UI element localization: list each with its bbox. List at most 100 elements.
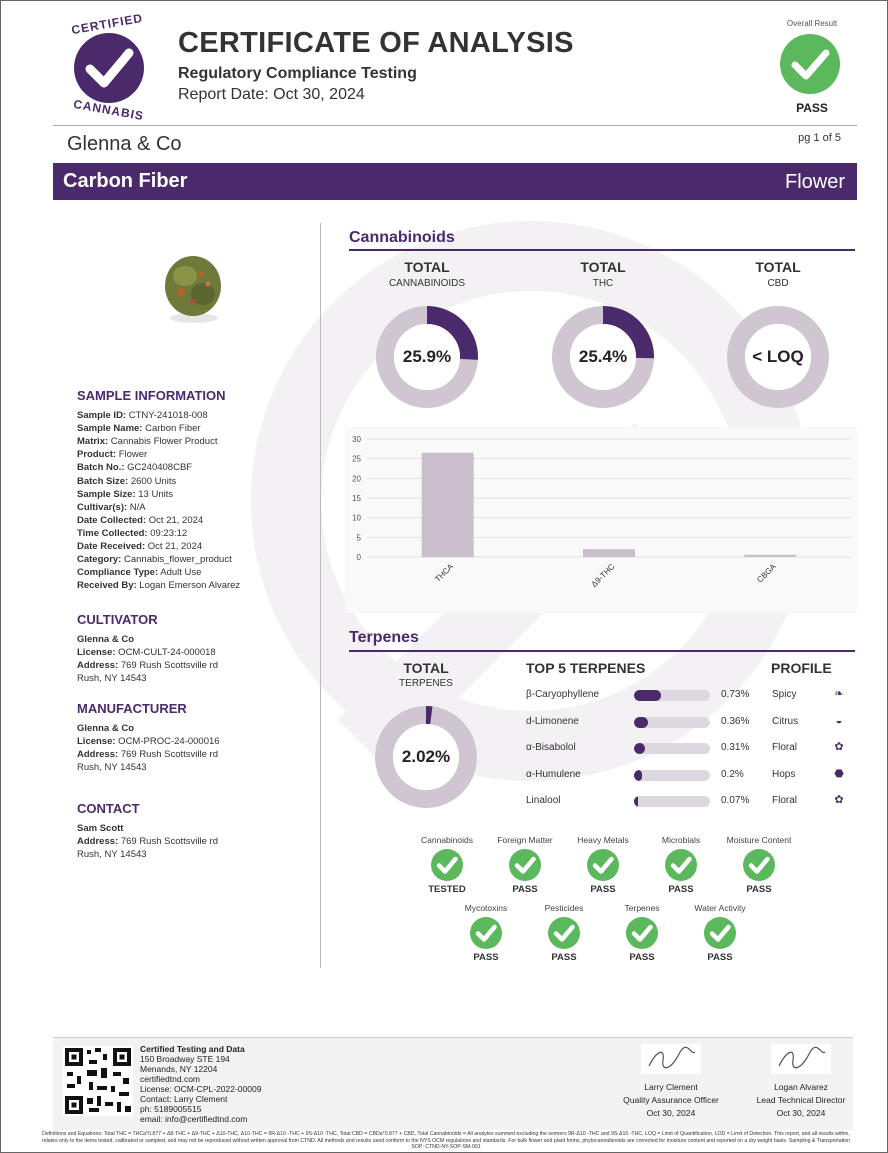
test-name: Heavy Metals <box>577 835 629 845</box>
sample-field: Cultivar(s): N/A <box>77 502 146 513</box>
sample-field-value: 09:23:12 <box>147 527 188 539</box>
signer-name: Larry Clement <box>644 1082 698 1092</box>
terpene-level-bar <box>634 743 710 754</box>
document-title: CERTIFICATE OF ANALYSIS <box>178 27 574 59</box>
terpenes-total-title: TOTAL <box>403 660 449 676</box>
test-result: Moisture Content PASS <box>714 835 804 895</box>
sample-field: Sample Name: Carbon Fiber <box>77 423 201 434</box>
header-divider <box>53 125 857 126</box>
checkmark-icon <box>587 849 619 881</box>
sample-field: Sample ID: CTNY-241018-008 <box>77 410 208 421</box>
sample-field-label: Sample Name: <box>77 423 143 435</box>
sample-field-value: Oct 21, 2024 <box>145 541 203 552</box>
manufacturer-city: Rush, NY 14543 <box>77 762 147 773</box>
terpene-profile: Floral <box>772 742 798 753</box>
contact-city: Rush, NY 14543 <box>77 849 147 860</box>
chart-bar <box>744 554 797 557</box>
terpene-value: 0.07% <box>721 795 750 806</box>
lab-detail-line: License: OCM-CPL-2022-00009 <box>140 1084 262 1094</box>
contact-address: Address: 769 Rush Scottsville rd <box>77 836 218 847</box>
terpene-profile: Citrus <box>772 715 799 727</box>
lab-name: Certified Testing and Data <box>140 1044 245 1054</box>
test-name: Terpenes <box>624 903 660 913</box>
sample-field-value: CTNY-241018-008 <box>126 410 208 421</box>
sample-field-label: Category: <box>77 554 122 566</box>
test-status: PASS <box>512 884 538 895</box>
checkmark-icon <box>791 49 830 80</box>
terpene-level-bar <box>634 716 710 728</box>
signer-name: Logan Alvarez <box>774 1082 828 1092</box>
terpene-level-fill <box>634 743 646 754</box>
test-result: Mycotoxins PASS <box>441 903 531 963</box>
signature-image <box>771 1044 831 1074</box>
checkmark-icon <box>743 849 775 881</box>
cultivator-license: License: OCM-CULT-24-000018 <box>77 647 216 658</box>
terpenes-rule <box>349 650 855 652</box>
terpenes-total-sub: TERPENES <box>399 678 453 689</box>
cannabinoid-total-title: TOTAL <box>755 259 801 275</box>
cannabinoid-total-sub: CBD <box>767 278 789 289</box>
sample-field: Product: Flower <box>77 449 147 460</box>
page-number: pg 1 of 5 <box>798 132 841 144</box>
sample-field: Batch No.: GC240408CBF <box>77 462 192 473</box>
sample-field: Batch Size: 2600 Units <box>77 476 176 487</box>
chart-category-label: Δ9-THC <box>590 562 617 589</box>
cannabinoid-chart-panel: 0 5 10 15 20 25 30 THCA Δ9-THC CBGA <box>345 427 857 613</box>
chart-y-tick-label: 0 <box>357 553 362 562</box>
cannabinoid-total-title: TOTAL <box>404 259 450 275</box>
coa-page: CERTIFIED CANNABIS CERTIFICATE OF ANALYS… <box>0 0 888 1153</box>
signature-image <box>641 1044 701 1074</box>
terpenes-total-value: 2.02% <box>401 747 451 766</box>
top-terpenes-heading: TOP 5 TERPENES <box>526 660 646 676</box>
checkmark-icon <box>470 917 502 949</box>
cultivator-name: Glenna & Co <box>77 634 135 645</box>
lab-detail-line: ph: 5189005515 <box>140 1104 202 1114</box>
flower-icon: ✿ <box>834 794 844 806</box>
sample-field-value: Carbon Fiber <box>142 423 201 435</box>
sample-field: Compliance Type: Adult Use <box>77 567 201 578</box>
sample-field-value: GC240408CBF <box>124 462 193 474</box>
product-category: Flower <box>784 171 845 193</box>
manufacturer-name: Glenna & Co <box>77 723 135 734</box>
terpene-value: 0.36% <box>721 715 750 727</box>
chart-category-label: THCA <box>433 562 455 584</box>
terpene-level-bar <box>634 796 710 807</box>
lab-detail-line: Contact: Larry Clement <box>140 1094 228 1104</box>
terpene-name: β-Caryophyllene <box>526 689 600 700</box>
test-result: Heavy Metals PASS <box>558 835 648 895</box>
product-photo <box>165 256 221 323</box>
checkmark-icon <box>431 849 463 881</box>
sample-field: Category: Cannabis_flower_product <box>77 554 232 565</box>
test-status: PASS <box>707 952 733 963</box>
chart-bar <box>583 549 635 557</box>
sample-field-label: Compliance Type: <box>77 567 159 579</box>
lab-detail-line: certifiedtnd.com <box>140 1074 200 1084</box>
chart-bar <box>421 452 474 557</box>
sample-field: Date Received: Oct 21, 2024 <box>77 541 202 552</box>
sample-field-label: Product: <box>77 449 117 461</box>
cultivator-city: Rush, NY 14543 <box>77 673 147 684</box>
certified-cannabis-logo: CERTIFIED CANNABIS <box>59 11 159 123</box>
cannabinoid-total-value: < LOQ <box>752 347 804 366</box>
terpene-level-bar <box>634 690 710 701</box>
contact-name: Sam Scott <box>77 823 124 834</box>
test-name: Mycotoxins <box>464 903 508 913</box>
test-name: Foreign Matter <box>497 835 553 845</box>
chart-y-tick-label: 25 <box>352 455 361 464</box>
test-status: PASS <box>473 952 499 963</box>
cannabinoid-total-sub: CANNABINOIDS <box>388 278 466 289</box>
test-result: Water Activity PASS <box>675 903 765 963</box>
cannabinoid-total-sub: THC <box>592 278 614 289</box>
test-status: TESTED <box>428 884 466 895</box>
sample-field-value: Cannabis_flower_product <box>121 554 232 566</box>
pepper-icon: ❧ <box>834 688 844 700</box>
sample-field: Time Collected: 09:23:12 <box>77 528 187 539</box>
terpene-value: 0.31% <box>721 742 750 753</box>
terpene-value: 0.73% <box>721 689 750 700</box>
sample-field-label: Sample ID: <box>77 410 127 421</box>
chart-category-label: CBGA <box>755 562 778 585</box>
cultivator-address: Address: 769 Rush Scottsville rd <box>77 660 218 671</box>
terpene-name: α-Humulene <box>526 768 581 780</box>
test-result: Foreign Matter PASS <box>480 835 570 895</box>
sample-field-value: Oct 21, 2024 <box>146 514 204 526</box>
